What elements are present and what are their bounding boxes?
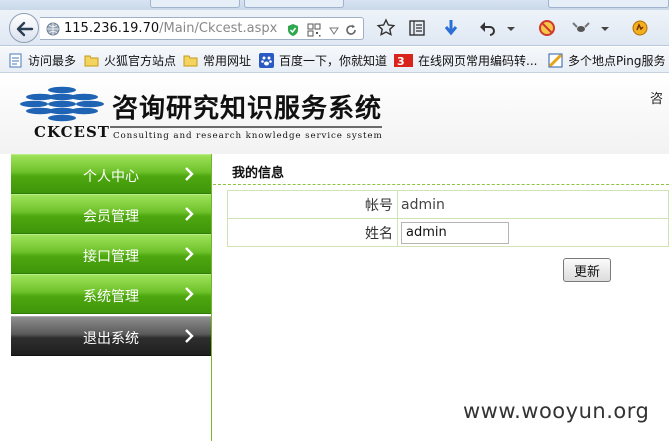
bookmarks-list-icon[interactable] <box>407 18 427 38</box>
chevron-down-icon[interactable] <box>505 18 517 38</box>
web-page: CKCEST 咨询研究知识服务系统 Consulting and researc… <box>0 74 669 441</box>
bookmark-label: 在线网页常用编码转... <box>418 53 538 68</box>
sidebar-item-logout[interactable]: 退出系统 <box>11 316 211 356</box>
sidebar-item-interface-management[interactable]: 接口管理 <box>11 234 211 274</box>
name-cell <box>397 218 669 247</box>
sidebar-divider <box>211 154 212 441</box>
browser-tab[interactable] <box>244 0 344 8</box>
bookmark-star-icon[interactable] <box>376 18 396 38</box>
name-label: 姓名 <box>227 218 398 247</box>
sidebar-item-label: 会员管理 <box>83 209 139 225</box>
bookmark-item[interactable]: 访问最多 <box>8 52 76 68</box>
url-host: 115.236.19.70 <box>64 21 160 36</box>
bookmark-label: 多个地点Ping服务 <box>568 53 666 68</box>
bookmark-label: 访问最多 <box>28 53 77 68</box>
chevron-right-icon <box>185 207 194 221</box>
content-divider <box>213 184 669 185</box>
folder-icon <box>84 55 99 66</box>
dropdown-arrow-icon[interactable] <box>327 24 341 38</box>
browser-tab[interactable] <box>548 0 669 8</box>
address-bar[interactable]: 115.236.19.70/Main/Ckcest.aspx <box>40 17 364 40</box>
ping-site-icon <box>548 53 563 67</box>
name-input[interactable] <box>401 221 509 244</box>
navigation-toolbar: 115.236.19.70/Main/Ckcest.aspx <box>0 10 669 46</box>
download-icon[interactable] <box>441 18 461 38</box>
sidebar-item-label: 个人中心 <box>83 169 139 185</box>
url-text[interactable]: 115.236.19.70/Main/Ckcest.aspx <box>64 21 277 36</box>
bookmarks-toolbar: 访问最多 火狐官方站点 常用网址 百度一下，你就知道 3 在线网页常用编码转..… <box>0 47 669 73</box>
bookmark-item[interactable]: 常用网址 <box>183 52 251 68</box>
site-header: CKCEST 咨询研究知识服务系统 Consulting and researc… <box>0 74 669 154</box>
url-path: /Main/Ckcest.aspx <box>159 21 278 36</box>
reload-icon[interactable] <box>344 23 358 37</box>
back-button[interactable] <box>9 13 39 43</box>
table-row: 姓名 <box>227 218 669 247</box>
browser-tab[interactable] <box>150 0 240 8</box>
code-site-icon: 3 <box>394 53 413 68</box>
update-button[interactable]: 更新 <box>563 258 611 282</box>
site-title: 咨询研究知识服务系统 <box>112 94 383 124</box>
bookmark-item[interactable]: 火狐官方站点 <box>84 52 176 68</box>
site-subtitle: Consulting and research knowledge servic… <box>113 131 383 141</box>
extension-icon[interactable] <box>630 18 650 38</box>
block-icon[interactable] <box>537 18 557 38</box>
chevron-down-icon[interactable] <box>599 18 611 38</box>
page-icon <box>9 53 22 67</box>
bookmark-label: 常用网址 <box>203 53 252 68</box>
header-right-text: 咨 <box>650 92 664 107</box>
browser-tab-strip <box>0 0 669 10</box>
chevron-right-icon <box>185 247 194 261</box>
sidebar-item-system-management[interactable]: 系统管理 <box>11 274 211 314</box>
logo-icon <box>20 86 104 122</box>
bookmark-label: 百度一下，你就知道 <box>279 53 388 68</box>
globe-icon <box>46 22 60 36</box>
sidebar-item-member-management[interactable]: 会员管理 <box>11 194 211 234</box>
sidebar-item-label: 系统管理 <box>83 289 139 305</box>
bookmark-item[interactable]: 多个地点Ping服务 <box>548 52 666 68</box>
chevron-right-icon <box>185 167 194 181</box>
undo-icon[interactable] <box>478 18 498 38</box>
sidebar-item-label: 接口管理 <box>83 249 139 265</box>
watermark-text: www.wooyun.org <box>463 399 650 423</box>
chevron-right-icon <box>185 329 194 343</box>
svg-text:3: 3 <box>397 55 405 68</box>
back-arrow-icon <box>16 21 34 37</box>
sidebar-menu: 个人中心 会员管理 接口管理 系统管理 退出系统 <box>11 154 212 441</box>
bookmark-item[interactable]: 百度一下，你就知道 <box>259 52 387 68</box>
title-divider <box>110 126 382 128</box>
bookmark-item[interactable]: 3 在线网页常用编码转... <box>394 52 537 68</box>
logo-text: CKCEST <box>34 123 110 141</box>
bookmark-label: 火狐官方站点 <box>104 53 177 68</box>
folder-icon <box>183 55 198 66</box>
sidebar-item-label: 退出系统 <box>83 331 139 347</box>
account-value: admin <box>397 190 669 219</box>
account-label: 帐号 <box>227 190 398 219</box>
info-table: 帐号 admin 姓名 <box>227 190 669 247</box>
sidebar-item-personal-center[interactable]: 个人中心 <box>11 154 211 194</box>
table-row: 帐号 admin <box>227 190 669 219</box>
shield-check-icon[interactable] <box>286 23 300 37</box>
baidu-paw-icon <box>259 52 274 68</box>
content-title: 我的信息 <box>232 166 285 181</box>
chevron-right-icon <box>185 287 194 301</box>
qr-code-icon[interactable] <box>307 23 321 37</box>
fly-extension-icon[interactable] <box>571 18 591 38</box>
